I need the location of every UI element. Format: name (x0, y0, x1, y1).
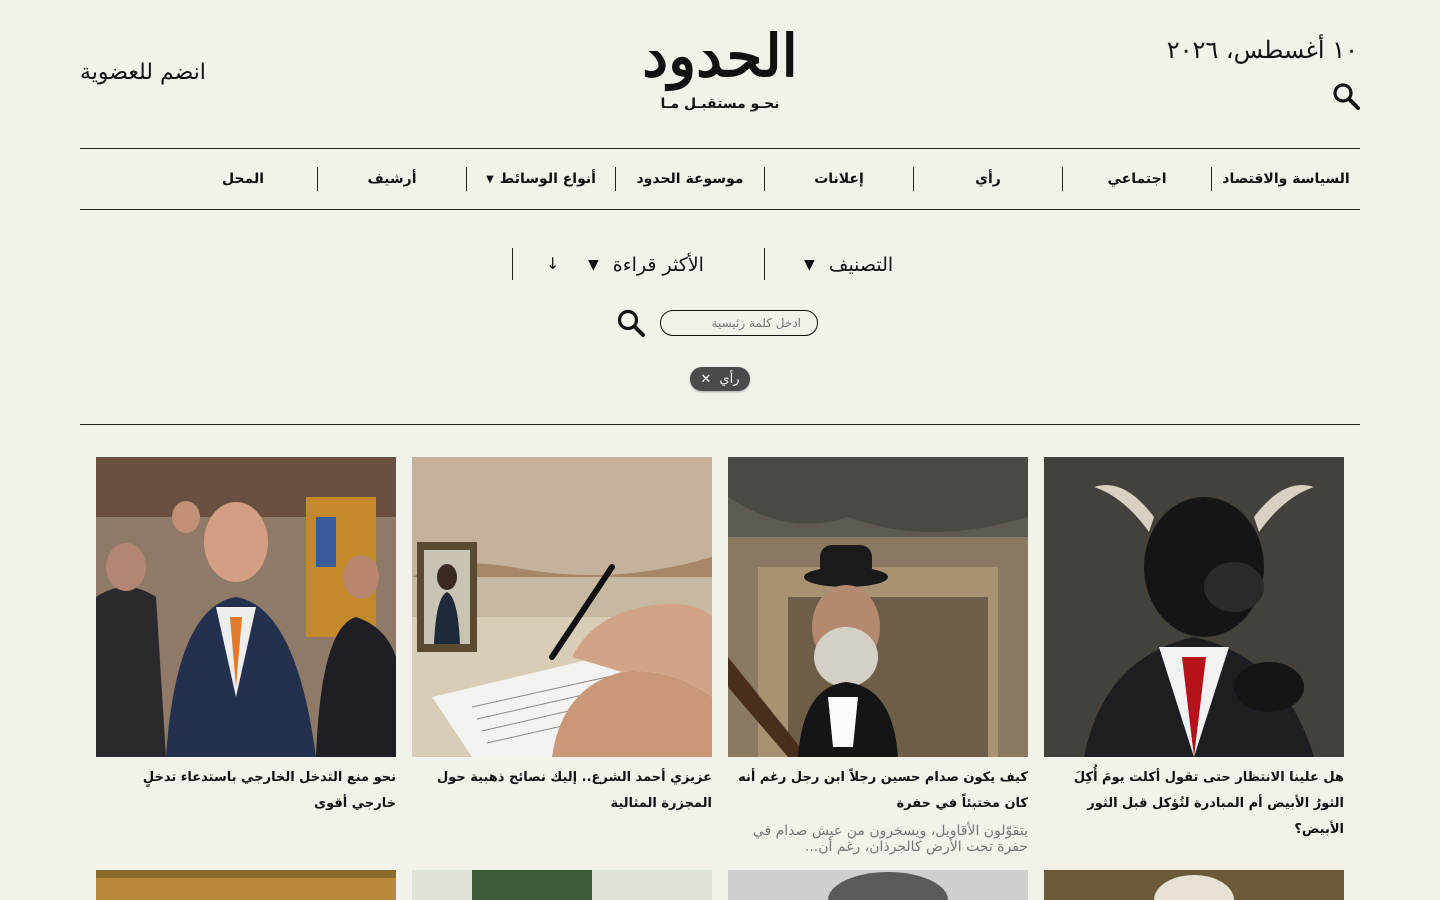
site-header: ١٠ أغسطس، ٢٠٢٦ انضم للعضوية الحدود نحـو … (0, 0, 1440, 148)
nav-item-ads[interactable]: إعلانات (765, 149, 913, 209)
filter-divider (764, 248, 765, 280)
article-title[interactable]: نحو منع التدخل الخارجي باستدعاء تدخلٍ خا… (96, 765, 396, 817)
dropdown-arrow-icon: ▼ (804, 257, 815, 273)
search-icon[interactable] (1332, 82, 1360, 110)
article-image[interactable] (96, 457, 396, 757)
article-card[interactable]: هل علينا الانتظار حتى تقول أكلت يومَ أُك… (1044, 457, 1344, 843)
filter-bar: ↓ الأكثر قراءة ▼ التصنيف ▼ (512, 248, 928, 282)
sort-label: الأكثر قراءة (612, 254, 704, 276)
nav-item-archive[interactable]: أرشيف (318, 149, 466, 209)
search-icon[interactable] (616, 308, 646, 338)
sort-direction-icon[interactable]: ↓ (546, 254, 559, 273)
logo-tagline: نحـو مستقبـل مـا (660, 96, 780, 112)
filter-divider (512, 248, 513, 280)
join-membership-link[interactable]: انضم للعضوية (80, 60, 206, 85)
caret-down-icon: ▼ (486, 173, 494, 185)
article-image[interactable] (412, 870, 712, 900)
section-divider (80, 424, 1360, 425)
article-title[interactable]: هل علينا الانتظار حتى تقول أكلت يومَ أُك… (1044, 765, 1344, 843)
nav-item-politics-economy[interactable]: السياسة والاقتصاد (1212, 149, 1360, 209)
nav-item-social[interactable]: اجتماعي (1063, 149, 1211, 209)
nav-item-shop[interactable]: المحل (169, 149, 317, 209)
dropdown-arrow-icon: ▼ (588, 257, 599, 273)
nav-item-media-types[interactable]: أنواع الوسائط ▼ (467, 149, 615, 209)
article-excerpt: يتقوّلون الأقاويل، ويسخرون من عيش صدام ف… (752, 823, 1028, 855)
article-card[interactable]: كيف يكون صدام حسين رجلاً ابن رجل رغم أنه… (728, 457, 1028, 855)
keyword-search (616, 308, 826, 340)
article-image[interactable] (1044, 870, 1344, 900)
close-icon[interactable]: ✕ (701, 372, 712, 387)
article-title[interactable]: كيف يكون صدام حسين رجلاً ابن رجل رغم أنه… (728, 765, 1028, 817)
article-image[interactable] (728, 457, 1028, 757)
active-filter-chip: رأي ✕ (690, 367, 750, 391)
article-card[interactable]: نحو منع التدخل الخارجي باستدعاء تدخلٍ خا… (96, 457, 396, 817)
chip-label: رأي (719, 371, 740, 387)
article-image[interactable] (96, 870, 396, 900)
category-dropdown[interactable]: التصنيف ▼ (804, 248, 893, 282)
current-date: ١٠ أغسطس، ٢٠٢٦ (1166, 36, 1358, 64)
article-image[interactable] (728, 870, 1028, 900)
logo-wordmark: الحدود (642, 22, 800, 90)
article-card[interactable]: عزيزي أحمد الشرع.. إليك نصائح ذهبية حول … (412, 457, 712, 817)
article-title[interactable]: عزيزي أحمد الشرع.. إليك نصائح ذهبية حول … (412, 765, 712, 817)
article-image[interactable] (1044, 457, 1344, 757)
nav-item-encyclopedia[interactable]: موسوعة الحدود (616, 149, 764, 209)
main-navigation: السياسة والاقتصاد اجتماعي رأي إعلانات مو… (80, 148, 1360, 210)
keyword-input[interactable] (660, 310, 818, 336)
site-logo[interactable]: الحدود نحـو مستقبـل مـا (640, 10, 800, 130)
nav-item-opinion[interactable]: رأي (914, 149, 1062, 209)
sort-dropdown[interactable]: الأكثر قراءة ▼ (588, 248, 704, 282)
article-image[interactable] (412, 457, 712, 757)
category-label: التصنيف (828, 254, 894, 276)
